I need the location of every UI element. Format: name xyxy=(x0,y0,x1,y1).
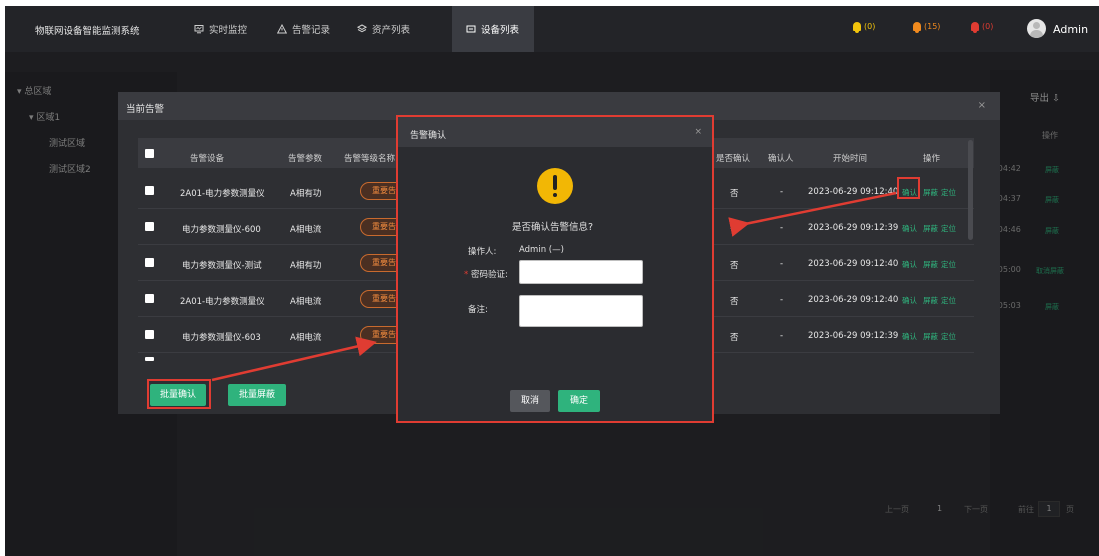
warning-icon xyxy=(537,168,573,204)
confirm-link[interactable]: 确认 xyxy=(902,223,917,234)
confirm-link[interactable]: 确认 xyxy=(902,295,917,306)
param-cell: A相电流 xyxy=(290,297,322,307)
mask-link[interactable]: 屏蔽 xyxy=(923,259,938,270)
batch-mask-button[interactable]: 批量屏蔽 xyxy=(228,384,286,406)
warning-icon xyxy=(277,24,287,34)
column-header: 告警等级名称 xyxy=(344,154,396,164)
column-header: 告警参数 xyxy=(288,154,323,164)
confirm-link[interactable]: 确认 xyxy=(902,331,917,342)
locate-link[interactable]: 定位 xyxy=(941,223,956,234)
avatar[interactable] xyxy=(1027,19,1046,38)
row-checkbox[interactable] xyxy=(145,258,154,267)
param-cell: A相有功 xyxy=(290,261,322,271)
column-header: 操作 xyxy=(923,154,941,164)
close-icon[interactable]: × xyxy=(694,127,702,137)
remark-label: 备注: xyxy=(468,305,488,315)
dialog-title: 当前告警 xyxy=(126,104,165,115)
user-name[interactable]: Admin xyxy=(1053,23,1088,36)
bell-alert-yellow[interactable]: (0) xyxy=(853,22,876,33)
confirmer-cell: - xyxy=(780,259,784,269)
param-cell: A相有功 xyxy=(290,189,322,199)
column-header: 开始时间 xyxy=(833,154,868,164)
device-cell: 电力参数测量仪-600 xyxy=(182,225,261,235)
bell-icon xyxy=(913,22,921,33)
dialog-title: 告警确认 xyxy=(410,131,447,141)
nav-alarm-records[interactable]: 告警记录 xyxy=(263,6,344,52)
ok-button[interactable]: 确定 xyxy=(558,390,600,412)
nav-label: 实时监控 xyxy=(209,25,248,36)
start-time-cell: 2023-06-29 09:12:40 xyxy=(808,259,899,269)
confirmer-cell: - xyxy=(780,331,784,341)
confirmer-cell: - xyxy=(780,295,784,305)
operator-label: 操作人: xyxy=(468,247,497,257)
alarm-confirm-dialog: 告警确认 × 是否确认告警信息? 操作人: Admin (—) * 密码验证: … xyxy=(396,115,714,423)
operator-value: Admin (—) xyxy=(519,245,564,255)
top-navigation-bar: 物联网设备智能监测系统 实时监控 告警记录 资产列表 设备列表 (0) (15)… xyxy=(5,6,1099,52)
bell-count: (15) xyxy=(924,22,941,31)
system-title: 物联网设备智能监测系统 xyxy=(35,26,140,37)
nav-label: 设备列表 xyxy=(481,25,520,36)
mask-link[interactable]: 屏蔽 xyxy=(923,295,938,306)
cancel-button[interactable]: 取消 xyxy=(510,390,550,412)
confirmed-cell: 否 xyxy=(730,225,739,235)
dialog-header: 告警确认 × xyxy=(398,117,712,147)
bell-icon xyxy=(853,22,861,33)
device-list-icon xyxy=(466,25,476,33)
remark-textarea[interactable] xyxy=(519,295,643,327)
locate-link[interactable]: 定位 xyxy=(941,295,956,306)
confirmed-cell: 否 xyxy=(730,333,739,343)
param-cell: A相电流 xyxy=(290,225,322,235)
mask-link[interactable]: 屏蔽 xyxy=(923,223,938,234)
mask-link[interactable]: 屏蔽 xyxy=(923,187,938,198)
column-header: 确认人 xyxy=(768,154,794,164)
param-cell: A相电流 xyxy=(290,333,322,343)
locate-link[interactable]: 定位 xyxy=(941,331,956,342)
bell-count: (0) xyxy=(864,22,876,31)
bell-count: (0) xyxy=(982,22,994,31)
confirm-link[interactable]: 确认 xyxy=(902,259,917,270)
row-checkbox[interactable] xyxy=(145,186,154,195)
start-time-cell: 2023-06-29 09:12:39 xyxy=(808,223,899,233)
layers-icon xyxy=(357,24,367,33)
locate-link[interactable]: 定位 xyxy=(941,259,956,270)
device-cell: 2A01-电力参数测量仪 xyxy=(180,189,265,199)
table-scrollbar[interactable] xyxy=(968,140,973,240)
select-all-checkbox[interactable] xyxy=(145,149,154,158)
locate-link[interactable]: 定位 xyxy=(941,187,956,198)
row-checkbox[interactable] xyxy=(145,330,154,339)
monitor-icon xyxy=(194,25,204,34)
device-cell: 2A01-电力参数测量仪 xyxy=(180,297,265,307)
close-icon[interactable]: × xyxy=(978,100,986,111)
bell-icon xyxy=(971,22,979,33)
row-checkbox[interactable] xyxy=(145,222,154,231)
confirmer-cell: - xyxy=(780,223,784,233)
column-header: 告警设备 xyxy=(190,154,225,164)
confirmed-cell: 否 xyxy=(730,261,739,271)
start-time-cell: 2023-06-29 09:12:40 xyxy=(808,187,899,197)
confirmed-cell: 否 xyxy=(730,297,739,307)
row-checkbox[interactable] xyxy=(145,357,154,361)
highlight-confirm-link xyxy=(897,177,920,199)
nav-device-list[interactable]: 设备列表 xyxy=(452,6,534,52)
nav-asset-list[interactable]: 资产列表 xyxy=(343,6,424,52)
nav-label: 告警记录 xyxy=(292,25,331,36)
column-header: 是否确认 xyxy=(716,154,751,164)
row-checkbox[interactable] xyxy=(145,294,154,303)
highlight-batch-confirm xyxy=(147,379,211,409)
bell-alert-orange[interactable]: (15) xyxy=(913,22,941,33)
confirmer-cell: - xyxy=(780,187,784,197)
confirm-question: 是否确认告警信息? xyxy=(512,222,594,233)
confirmed-cell: 否 xyxy=(730,189,739,199)
nav-realtime-monitor[interactable]: 实时监控 xyxy=(180,6,261,52)
app-root: 物联网设备智能监测系统 实时监控 告警记录 资产列表 设备列表 (0) (15)… xyxy=(0,0,1099,556)
mask-link[interactable]: 屏蔽 xyxy=(923,331,938,342)
nav-label: 资产列表 xyxy=(372,25,411,36)
device-cell: 电力参数测量仪-测试 xyxy=(182,261,262,271)
bell-alert-red[interactable]: (0) xyxy=(971,22,994,33)
device-cell: 电力参数测量仪-603 xyxy=(182,333,261,343)
start-time-cell: 2023-06-29 09:12:39 xyxy=(808,331,899,341)
password-field[interactable] xyxy=(519,260,643,284)
password-label: * 密码验证: xyxy=(464,270,508,280)
start-time-cell: 2023-06-29 09:12:40 xyxy=(808,295,899,305)
